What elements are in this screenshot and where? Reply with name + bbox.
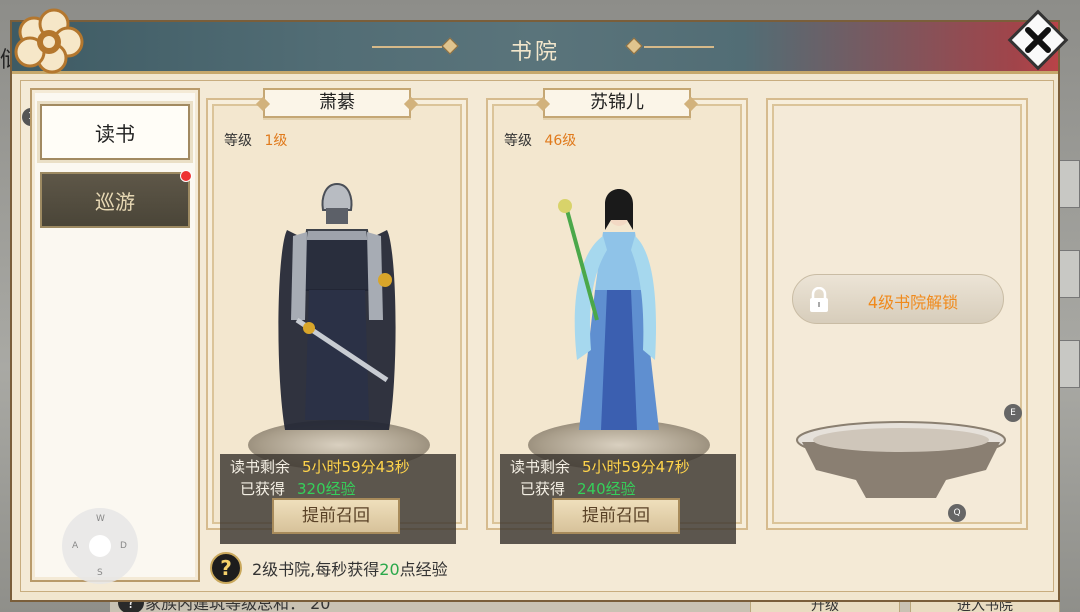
- level-value: 1级: [264, 133, 288, 149]
- modal-title: 书院: [509, 40, 560, 65]
- tab-read[interactable]: 读书: [40, 104, 190, 160]
- academy-modal: 书院 1 读书 巡游 W A D S 萧綦: [10, 8, 1069, 602]
- footer-text: 2级书院,每秒获得20点经验: [252, 556, 448, 580]
- remaining-time: 5小时59分47秒: [582, 458, 690, 476]
- gained-exp: 320经验: [297, 480, 356, 498]
- unlock-requirement[interactable]: 4级书院解锁: [792, 274, 1004, 324]
- close-icon[interactable]: [1006, 8, 1070, 72]
- remaining-time: 5小时59分43秒: [302, 458, 410, 476]
- sidebar: 读书 巡游 W A D S: [30, 88, 200, 584]
- level-label: 等级: [224, 133, 252, 149]
- virtual-joystick[interactable]: W A D S: [62, 508, 138, 584]
- remaining-label: 读书剩余: [510, 458, 571, 476]
- joystick-knob[interactable]: [89, 535, 111, 557]
- key-hint-e: E: [1004, 404, 1022, 422]
- tab-tour[interactable]: 巡游: [40, 170, 192, 228]
- early-recall-button[interactable]: 提前召回: [552, 498, 680, 534]
- reading-status-panel: 读书剩余 5小时59分47秒 已获得 240经验 提前召回: [500, 454, 736, 544]
- footer-text-prefix: 2级书院,每秒获得: [252, 560, 380, 579]
- joystick-key-down: S: [97, 568, 103, 578]
- level-label: 等级: [504, 133, 532, 149]
- empty-pedestal: [796, 421, 1006, 498]
- level-value: 46级: [544, 133, 577, 149]
- level-row: 等级 46级: [504, 130, 576, 150]
- level-row: 等级 1级: [224, 130, 287, 150]
- unlock-text: 4级书院解锁: [867, 293, 959, 312]
- reading-status-panel: 读书剩余 5小时59分43秒 已获得 320经验 提前召回: [220, 454, 456, 544]
- tab-tour-label: 巡游: [95, 189, 135, 214]
- notification-badge: [180, 170, 192, 182]
- joystick-key-left: A: [72, 541, 79, 551]
- key-hint-q: Q: [948, 504, 966, 522]
- footer-text-suffix: 点经验: [399, 560, 448, 579]
- lady-in-blue-portrait: [558, 189, 659, 430]
- student-name: 萧綦: [263, 88, 411, 118]
- early-recall-button[interactable]: 提前召回: [272, 498, 400, 534]
- footer-info: ? 2级书院,每秒获得20点经验: [210, 550, 448, 586]
- plum-blossom-logo-icon: [14, 8, 84, 74]
- student-card: 苏锦儿 等级 46级 读书剩余 5小时59分47秒 已获得 240经验 提前召回: [486, 88, 748, 544]
- gained-exp: 240经验: [577, 480, 636, 498]
- joystick-key-right: D: [120, 541, 127, 551]
- locked-slot-card: 4级书院解锁 E Q: [766, 98, 1028, 530]
- gained-label: 已获得: [240, 480, 286, 498]
- modal-header: 书院: [12, 22, 1058, 74]
- student-name: 苏锦儿: [543, 88, 691, 118]
- tab-read-label: 读书: [95, 121, 135, 146]
- remaining-label: 读书剩余: [230, 458, 291, 476]
- help-icon[interactable]: ?: [210, 552, 242, 584]
- student-card: 萧綦 等级 1级 读书剩余 5小时59分43秒 已获得 320经验 提前召回: [206, 88, 468, 544]
- gained-label: 已获得: [520, 480, 566, 498]
- footer-exp-rate: 20: [379, 560, 400, 579]
- armored-knight-portrait: [278, 182, 396, 430]
- joystick-key-up: W: [96, 514, 105, 524]
